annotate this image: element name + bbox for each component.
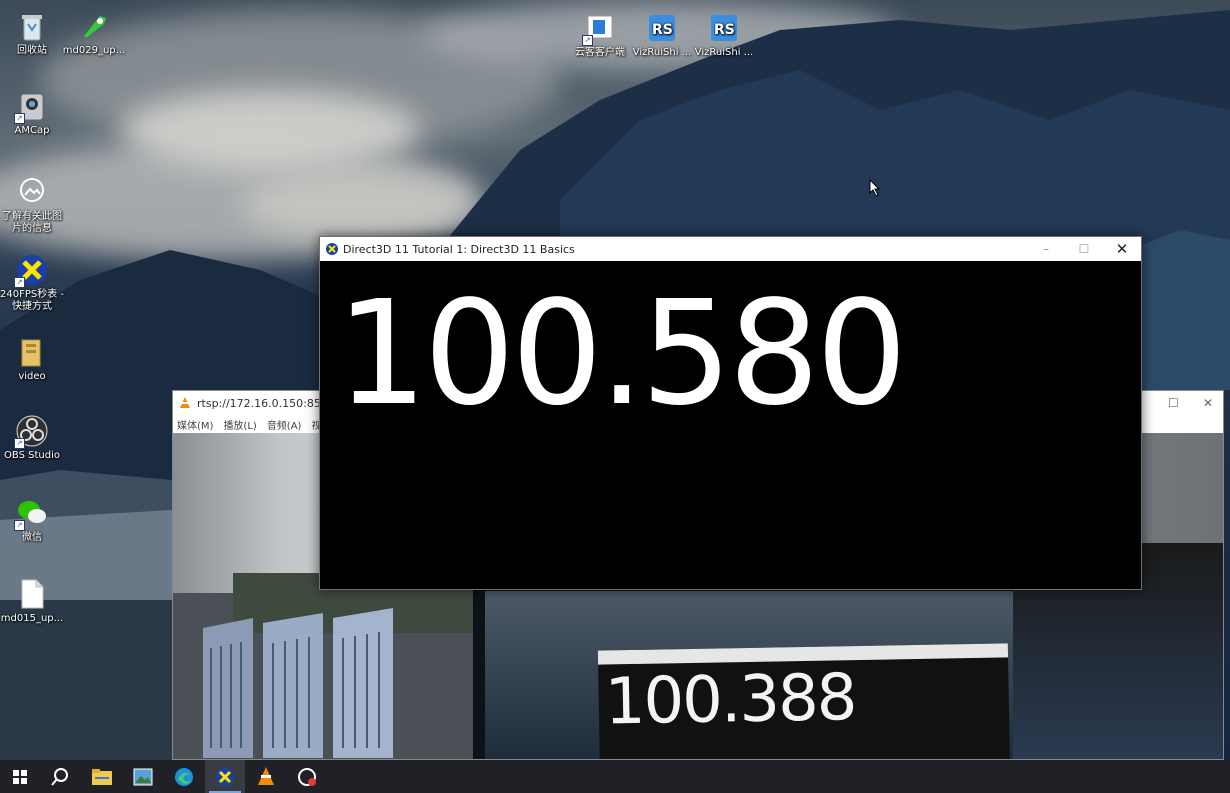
wechat-icon: ↗ (14, 497, 48, 531)
desktop-icon-md029[interactable]: md029_up... (62, 10, 126, 57)
desktop-icon-vizruishi-2[interactable]: RS VizRuiShi ... (692, 12, 756, 59)
stopwatch-icon (216, 767, 234, 786)
photos-icon (133, 768, 153, 785)
desktop-icon-vizruishi-1[interactable]: RS VizRuiShi ... (630, 12, 694, 59)
vlc-window-title: rtsp://172.16.0.150:8555/ (197, 396, 339, 410)
file-icon (16, 578, 48, 610)
camera-tool-icon (298, 767, 316, 786)
taskbar-file-explorer[interactable] (82, 760, 122, 793)
camcorder-icon: ↗ (14, 90, 48, 124)
stopwatch-x-icon (326, 243, 338, 255)
edge-icon (175, 767, 193, 786)
app-window-icon: ↗ (582, 12, 616, 46)
file-explorer-icon (92, 768, 112, 785)
desktop-icon-video-folder[interactable]: video (0, 336, 64, 383)
vlc-menu-media[interactable]: 媒体(M) (177, 417, 213, 432)
desktop-icon-obs[interactable]: ↗ OBS Studio (0, 415, 64, 462)
desktop-icon-label: video (18, 371, 46, 382)
desktop-icon-recycle-bin[interactable]: 回收站 (0, 10, 64, 57)
vlc-menu-audio[interactable]: 音频(A) (267, 417, 302, 432)
taskbar-edge[interactable] (164, 760, 204, 793)
taskbar-stopwatch[interactable] (205, 760, 245, 793)
d3d-window-controls: – ☐ ✕ (1027, 237, 1141, 261)
desktop-icon-md015[interactable]: md015_up... (0, 578, 64, 625)
desktop-icon-label: 回收站 (17, 45, 47, 56)
obs-studio-icon: ↗ (14, 415, 48, 449)
shortcut-arrow-icon: ↗ (582, 35, 593, 46)
taskbar (0, 760, 1230, 793)
shortcut-arrow-icon: ↗ (14, 520, 25, 531)
taskbar-photos[interactable] (123, 760, 163, 793)
shortcut-arrow-icon: ↗ (14, 113, 25, 124)
mouse-cursor-icon (869, 179, 881, 197)
d3d-minimize-button[interactable]: – (1027, 237, 1065, 261)
video-counter-text: 100.388 (604, 661, 857, 740)
start-button[interactable] (0, 760, 40, 793)
desktop-icon-label: md029_up... (62, 45, 126, 56)
vlc-window-controls: ☐ ✕ (1168, 396, 1213, 410)
file-organizer (203, 608, 393, 758)
desktop-icon-label: 云客客户端 (575, 47, 625, 58)
vlc-cone-icon (180, 397, 190, 408)
recycle-bin-icon (16, 10, 48, 42)
desktop-icon-image-info[interactable]: 了解有关此图片的信息 (0, 176, 64, 235)
search-icon (51, 767, 68, 786)
stopwatch-x-icon: ↗ (14, 254, 48, 288)
video-inner-window: 100.388 (597, 643, 1011, 759)
desktop-icon-cloud-client[interactable]: ↗ 云客客户端 (568, 12, 632, 59)
desktop-icon-stopwatch-shortcut[interactable]: ↗ 240FPS秒表 - 快捷方式 (0, 254, 64, 313)
desktop-icon-label: 微信 (22, 532, 42, 543)
desktop-icon-label: AMCap (14, 125, 50, 136)
desktop-icon-amcap[interactable]: ↗ AMCap (0, 90, 64, 137)
vlc-menu-playback[interactable]: 播放(L) (223, 417, 256, 432)
d3d-close-button[interactable]: ✕ (1103, 237, 1141, 261)
desktop-icon-label: VizRuiShi ... (694, 47, 754, 58)
shortcut-arrow-icon: ↗ (14, 277, 25, 288)
search-button[interactable] (40, 760, 80, 793)
vlc-close-button[interactable]: ✕ (1203, 396, 1213, 410)
green-rocket-icon (78, 10, 110, 42)
desktop-icon-wechat[interactable]: ↗ 微信 (0, 497, 64, 544)
start-icon (13, 769, 27, 784)
d3d-window-title: Direct3D 11 Tutorial 1: Direct3D 11 Basi… (343, 242, 575, 256)
stopwatch-counter: 100.580 (336, 269, 907, 437)
desktop-icon-label: 了解有关此图片的信息 (2, 211, 62, 234)
svg-text:RS: RS (652, 22, 673, 38)
image-info-icon (16, 176, 48, 208)
video-monitor: 100.388 (473, 583, 1023, 759)
folder-icon (16, 336, 48, 368)
desktop-icon-label: OBS Studio (4, 450, 60, 461)
vizruishi-icon: RS (646, 12, 678, 44)
video-monitor-screen: 100.388 (485, 591, 1015, 759)
svg-text:RS: RS (714, 22, 735, 38)
desktop-icon-label: 240FPS秒表 - 快捷方式 (0, 289, 65, 312)
vlc-icon (258, 766, 274, 785)
d3d-titlebar[interactable]: Direct3D 11 Tutorial 1: Direct3D 11 Basi… (320, 237, 1141, 261)
desktop-icon-label: VizRuiShi ... (632, 47, 692, 58)
desktop-icon-label: md015_up... (0, 613, 64, 624)
d3d-window[interactable]: Direct3D 11 Tutorial 1: Direct3D 11 Basi… (319, 236, 1142, 590)
shortcut-arrow-icon: ↗ (14, 438, 25, 449)
vlc-maximize-button[interactable]: ☐ (1168, 396, 1179, 410)
vizruishi-icon: RS (708, 12, 740, 44)
d3d-maximize-button[interactable]: ☐ (1065, 237, 1103, 261)
taskbar-vlc[interactable] (246, 760, 286, 793)
taskbar-camera-tool[interactable] (287, 760, 327, 793)
